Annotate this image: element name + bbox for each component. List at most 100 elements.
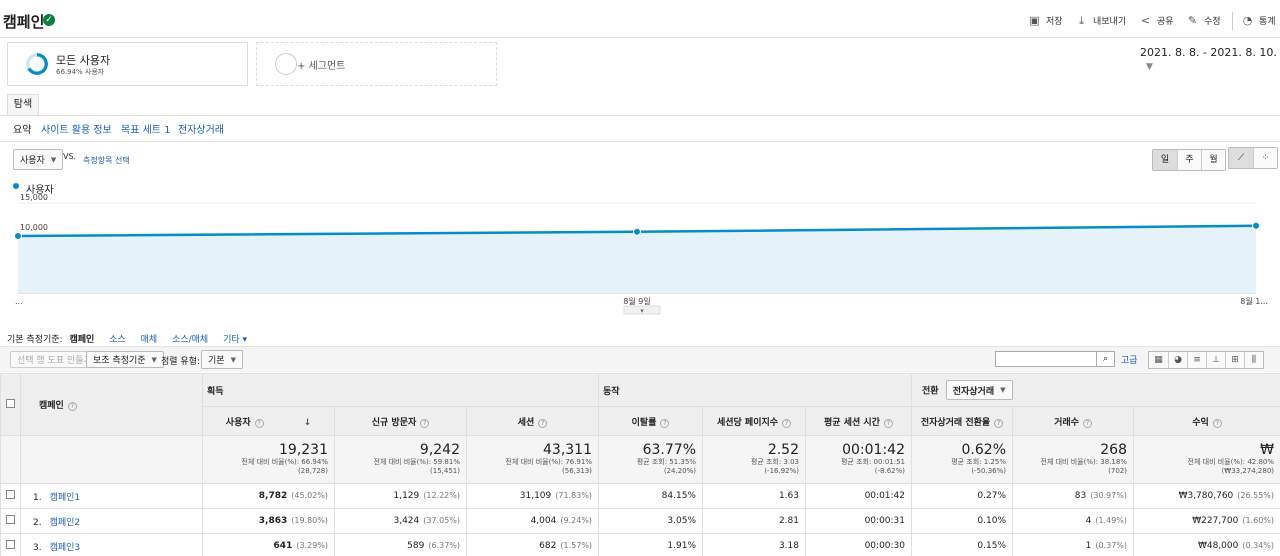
- row-select-cell: [0, 533, 21, 556]
- help-icon: ?: [660, 418, 670, 428]
- data-point[interactable]: [633, 227, 641, 236]
- table-row: 1. 캠페인1 8,782 (45.02%) 1,129 (12.22%) 31,10…: [0, 483, 1280, 509]
- select-all-checkbox[interactable]: [6, 398, 15, 408]
- insights-button[interactable]: ◔ 통계: [1242, 14, 1276, 27]
- subnav-ecommerce[interactable]: 전자상거래: [178, 121, 224, 136]
- subnav-summary[interactable]: 요약: [13, 121, 31, 136]
- tab-explore[interactable]: 탐색: [7, 94, 39, 116]
- total-cell: 268 전체 대비 비율(%): 38.18% (702): [1012, 435, 1134, 484]
- col-bounce-rate[interactable]: 이탈률?: [598, 406, 703, 436]
- performance-view-icon[interactable]: ≡: [1187, 352, 1206, 368]
- table-view-icon[interactable]: ▦: [1149, 352, 1168, 368]
- segment-name: 모든 사용자: [56, 54, 111, 67]
- row-index: 1.: [33, 492, 42, 503]
- row-name-cell: 2. 캠페인2: [20, 508, 203, 534]
- advanced-filter-link[interactable]: 고급: [1121, 353, 1138, 366]
- subnav-goal-set[interactable]: 목표 세트 1: [121, 121, 171, 136]
- share-icon: <: [1140, 14, 1151, 27]
- add-segment-card[interactable]: + 세그먼트: [256, 42, 497, 86]
- col-sessions[interactable]: 세션?: [466, 406, 599, 436]
- totals-label-cell: [20, 435, 203, 484]
- dim-source[interactable]: 소스: [109, 335, 126, 345]
- cell-bounce: 3.05%: [598, 508, 703, 534]
- campaign-link[interactable]: 캠페인2: [50, 518, 81, 528]
- y-tick-label: 10,000: [20, 223, 48, 232]
- dimension-header[interactable]: 캠페인?: [20, 373, 203, 436]
- row-checkbox[interactable]: [6, 515, 15, 524]
- term-cloud-icon[interactable]: ⊞: [1225, 352, 1244, 368]
- cell-pps: 3.18: [702, 533, 806, 556]
- x-tick-label: ...: [15, 297, 23, 306]
- period-day-button[interactable]: 일: [1153, 150, 1177, 170]
- col-transactions[interactable]: 거래수?: [1012, 406, 1134, 436]
- period-week-button[interactable]: 주: [1177, 150, 1201, 170]
- data-point[interactable]: [14, 232, 22, 240]
- add-segment-label: + 세그먼트: [297, 61, 346, 72]
- motion-chart-icon[interactable]: ⁘: [1253, 148, 1277, 168]
- total-cell: 63.77% 평균 조회: 51.35% (24.20%): [598, 435, 703, 484]
- dim-campaign[interactable]: 캠페인: [69, 335, 94, 345]
- secondary-dimension-select[interactable]: 보조 측정기준 ▼: [86, 351, 164, 368]
- date-range-picker[interactable]: 2021. 8. 8. - 2021. 8. 10. ▼: [1140, 46, 1280, 72]
- campaign-link[interactable]: 캠페인3: [50, 543, 81, 553]
- period-month-button[interactable]: 월: [1201, 150, 1225, 170]
- conversion-select[interactable]: 전자상거래 ▼: [945, 380, 1013, 400]
- sort-type-select[interactable]: 기본 ▼: [201, 350, 243, 369]
- totals-row: 19,231 전체 대비 비율(%): 66.94% (28,728) 9,242 전…: [0, 435, 1280, 484]
- help-icon: ?: [883, 418, 893, 428]
- dim-other[interactable]: 기타 ▾: [223, 335, 247, 345]
- subnav-site-usage[interactable]: 사이트 활용 정보: [41, 121, 112, 136]
- help-icon: ?: [1212, 418, 1222, 428]
- col-users[interactable]: 사용자? ↓: [202, 406, 335, 436]
- cell-users: 3,863 (19.80%): [202, 508, 335, 534]
- sort-type-label: 정렬 유형:: [161, 357, 201, 367]
- table-search-input[interactable]: ⌕: [995, 351, 1115, 367]
- cell-duration: 00:01:42: [805, 483, 912, 509]
- row-select-cell: [0, 508, 21, 534]
- dim-medium[interactable]: 매체: [141, 335, 158, 345]
- tab-divider: [0, 115, 1280, 116]
- row-checkbox[interactable]: [6, 490, 15, 499]
- comparison-view-icon[interactable]: ⊥: [1206, 352, 1225, 368]
- col-new-users[interactable]: 신규 방문자?: [334, 406, 467, 436]
- export-button[interactable]: ⤓ 내보내기: [1076, 14, 1126, 27]
- dim-source-medium[interactable]: 소스/매체: [172, 335, 208, 345]
- row-checkbox[interactable]: [6, 540, 15, 549]
- segment-card-all-users[interactable]: 모든 사용자 66.94% 사용자: [7, 42, 248, 86]
- search-icon[interactable]: ⌕: [1096, 352, 1114, 366]
- pie-view-icon[interactable]: ◕: [1168, 352, 1187, 368]
- select-metric-link[interactable]: 측정항목 선택: [83, 155, 130, 166]
- sort-desc-icon: ↓: [303, 417, 312, 428]
- row-name-cell: 3. 캠페인3: [20, 533, 203, 556]
- cell-conversion: 0.10%: [911, 508, 1013, 534]
- save-button[interactable]: ▣ 저장: [1029, 14, 1062, 27]
- date-range-text: 2021. 8. 8. - 2021. 8. 10.: [1140, 46, 1277, 59]
- group-conversion: 전환 전자상거래 ▼: [910, 373, 1280, 407]
- help-icon: ?: [782, 418, 792, 428]
- edit-button[interactable]: ✎ 수정: [1187, 14, 1221, 27]
- pivot-view-icon[interactable]: ⫼: [1244, 352, 1263, 368]
- cell-duration: 00:00:31: [805, 508, 912, 534]
- share-button[interactable]: < 공유: [1140, 14, 1174, 27]
- line-chart-icon[interactable]: ⟋: [1229, 148, 1253, 168]
- campaign-link[interactable]: 캠페인1: [50, 493, 81, 503]
- group-acquisition: 획득: [202, 373, 599, 407]
- data-point[interactable]: [1252, 221, 1260, 230]
- row-index: 2.: [33, 517, 42, 528]
- total-cell: 43,311 전체 대비 비율(%): 76.91% (56,313): [466, 435, 599, 484]
- header-divider: [1232, 12, 1233, 30]
- segment-ring-icon: [26, 53, 48, 75]
- y-tick-label: 15,000: [20, 193, 48, 202]
- help-icon: ?: [420, 418, 430, 428]
- page-title: 캠페인: [3, 13, 45, 31]
- col-ecommerce-conversion[interactable]: 전자상거래 전환율?: [911, 406, 1013, 436]
- col-revenue[interactable]: 수익?: [1132, 406, 1280, 436]
- col-pages-per-session[interactable]: 세션당 페이지수?: [702, 406, 806, 436]
- col-avg-session-duration[interactable]: 평균 세션 시간?: [805, 406, 912, 436]
- table-row: 3. 캠페인3 641 (3.29%) 589 (6.37%) 682 (1.57%) …: [0, 533, 1280, 556]
- table-view-toggle: ▦ ◕ ≡ ⊥ ⊞ ⫼: [1148, 351, 1264, 369]
- select-all-cell: [0, 373, 21, 436]
- section-divider: [0, 141, 1280, 142]
- metric-selector[interactable]: 사용자 ▼: [13, 149, 64, 170]
- total-cell: 19,231 전체 대비 비율(%): 66.94% (28,728): [202, 435, 335, 484]
